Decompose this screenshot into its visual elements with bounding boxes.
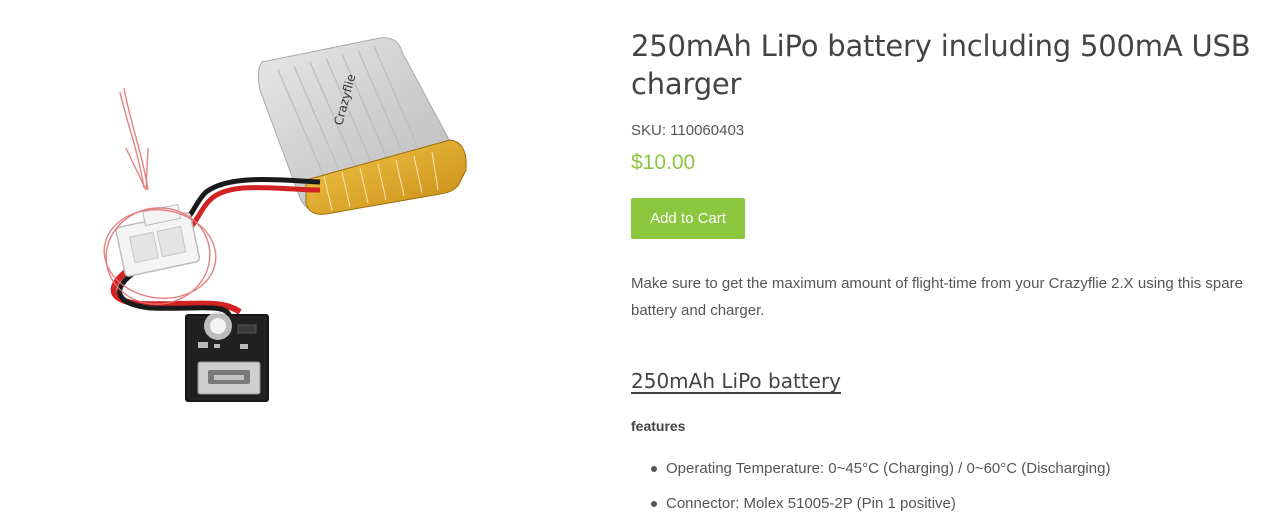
feature-item-connector: Connector: Molex 51005-2P (Pin 1 positiv… (631, 491, 1110, 526)
add-to-cart-button[interactable]: Add to Cart (631, 198, 745, 239)
feature-item-operating-temperature: Operating Temperature: 0~45°C (Charging)… (631, 456, 1110, 491)
features-label: features (631, 418, 686, 434)
product-description: Make sure to get the maximum amount of f… (631, 275, 1243, 319)
battery-charger-photo: Crazyflie (103, 37, 467, 402)
product-sku: SKU: 110060403 (631, 122, 745, 139)
product-price: $10.00 (631, 151, 696, 174)
product-title: 250mAh LiPo battery including 500mA USB … (631, 29, 1251, 101)
product-image[interactable]: Crazyflie (80, 30, 500, 420)
section-heading: 250mAh LiPo battery (631, 369, 842, 393)
feature-text: Connector: Molex 51005-2P (Pin 1 positiv… (666, 495, 956, 512)
bullet-icon (651, 501, 657, 507)
feature-text: Operating Temperature: 0~45°C (Charging)… (666, 460, 1111, 477)
bullet-icon (651, 466, 657, 472)
feature-list: Operating Temperature: 0~45°C (Charging)… (631, 456, 1110, 526)
